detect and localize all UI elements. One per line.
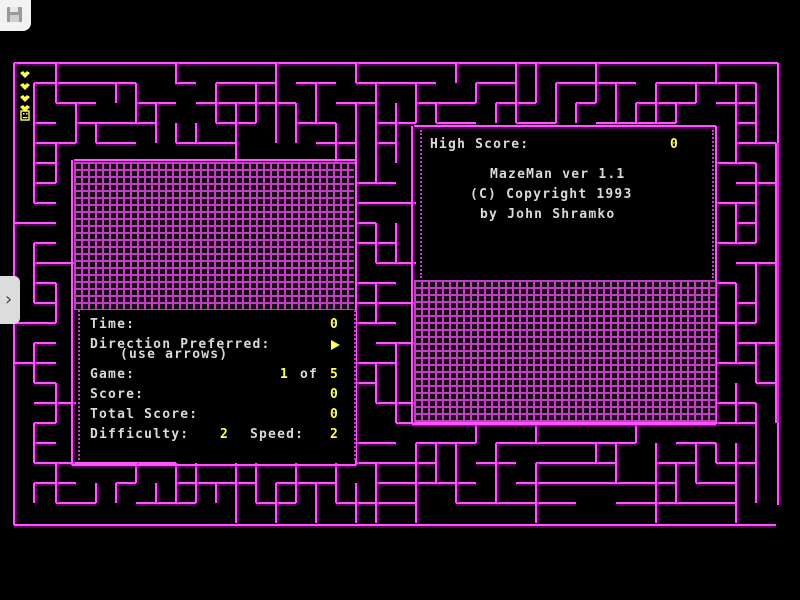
copyright-text: (C) Copyright 1993 (470, 187, 633, 202)
game-current: 1 (280, 367, 290, 382)
stats-panel: Time: 0 Direction Preferred: (use arrows… (78, 310, 356, 460)
time-value: 0 (330, 317, 340, 332)
side-panel-toggle[interactable]: › (0, 276, 20, 324)
high-score-label: High Score: (430, 137, 530, 152)
smiley-face-icon (20, 110, 30, 121)
heart-icon (20, 83, 30, 90)
speed-value: 2 (330, 427, 340, 442)
game-total: 5 (330, 367, 340, 382)
right-arrow-icon (331, 340, 340, 350)
high-score-value: 0 (670, 137, 680, 152)
hatched-block-right (414, 280, 716, 422)
floppy-disk-icon (7, 7, 22, 22)
direction-hint: (use arrows) (120, 347, 229, 362)
hatched-block-left (74, 162, 354, 310)
save-button[interactable] (0, 0, 31, 31)
lives-indicator (19, 68, 31, 128)
difficulty-label: Difficulty: (90, 427, 190, 442)
heart-icon (20, 71, 30, 78)
difficulty-value: 2 (220, 427, 230, 442)
score-value: 0 (330, 387, 340, 402)
total-score-value: 0 (330, 407, 340, 422)
game-of-text: of (300, 367, 319, 382)
time-label: Time: (90, 317, 136, 332)
game-title: MazeMan ver 1.1 (490, 167, 626, 182)
score-label: Score: (90, 387, 145, 402)
game-label: Game: (90, 367, 136, 382)
author-text: by John Shramko (480, 207, 616, 222)
heart-icon (20, 95, 30, 102)
chevron-right-icon: › (5, 289, 13, 310)
info-panel: High Score: 0 MazeMan ver 1.1 (C) Copyri… (420, 130, 714, 278)
speed-label: Speed: (250, 427, 305, 442)
total-score-label: Total Score: (90, 407, 199, 422)
